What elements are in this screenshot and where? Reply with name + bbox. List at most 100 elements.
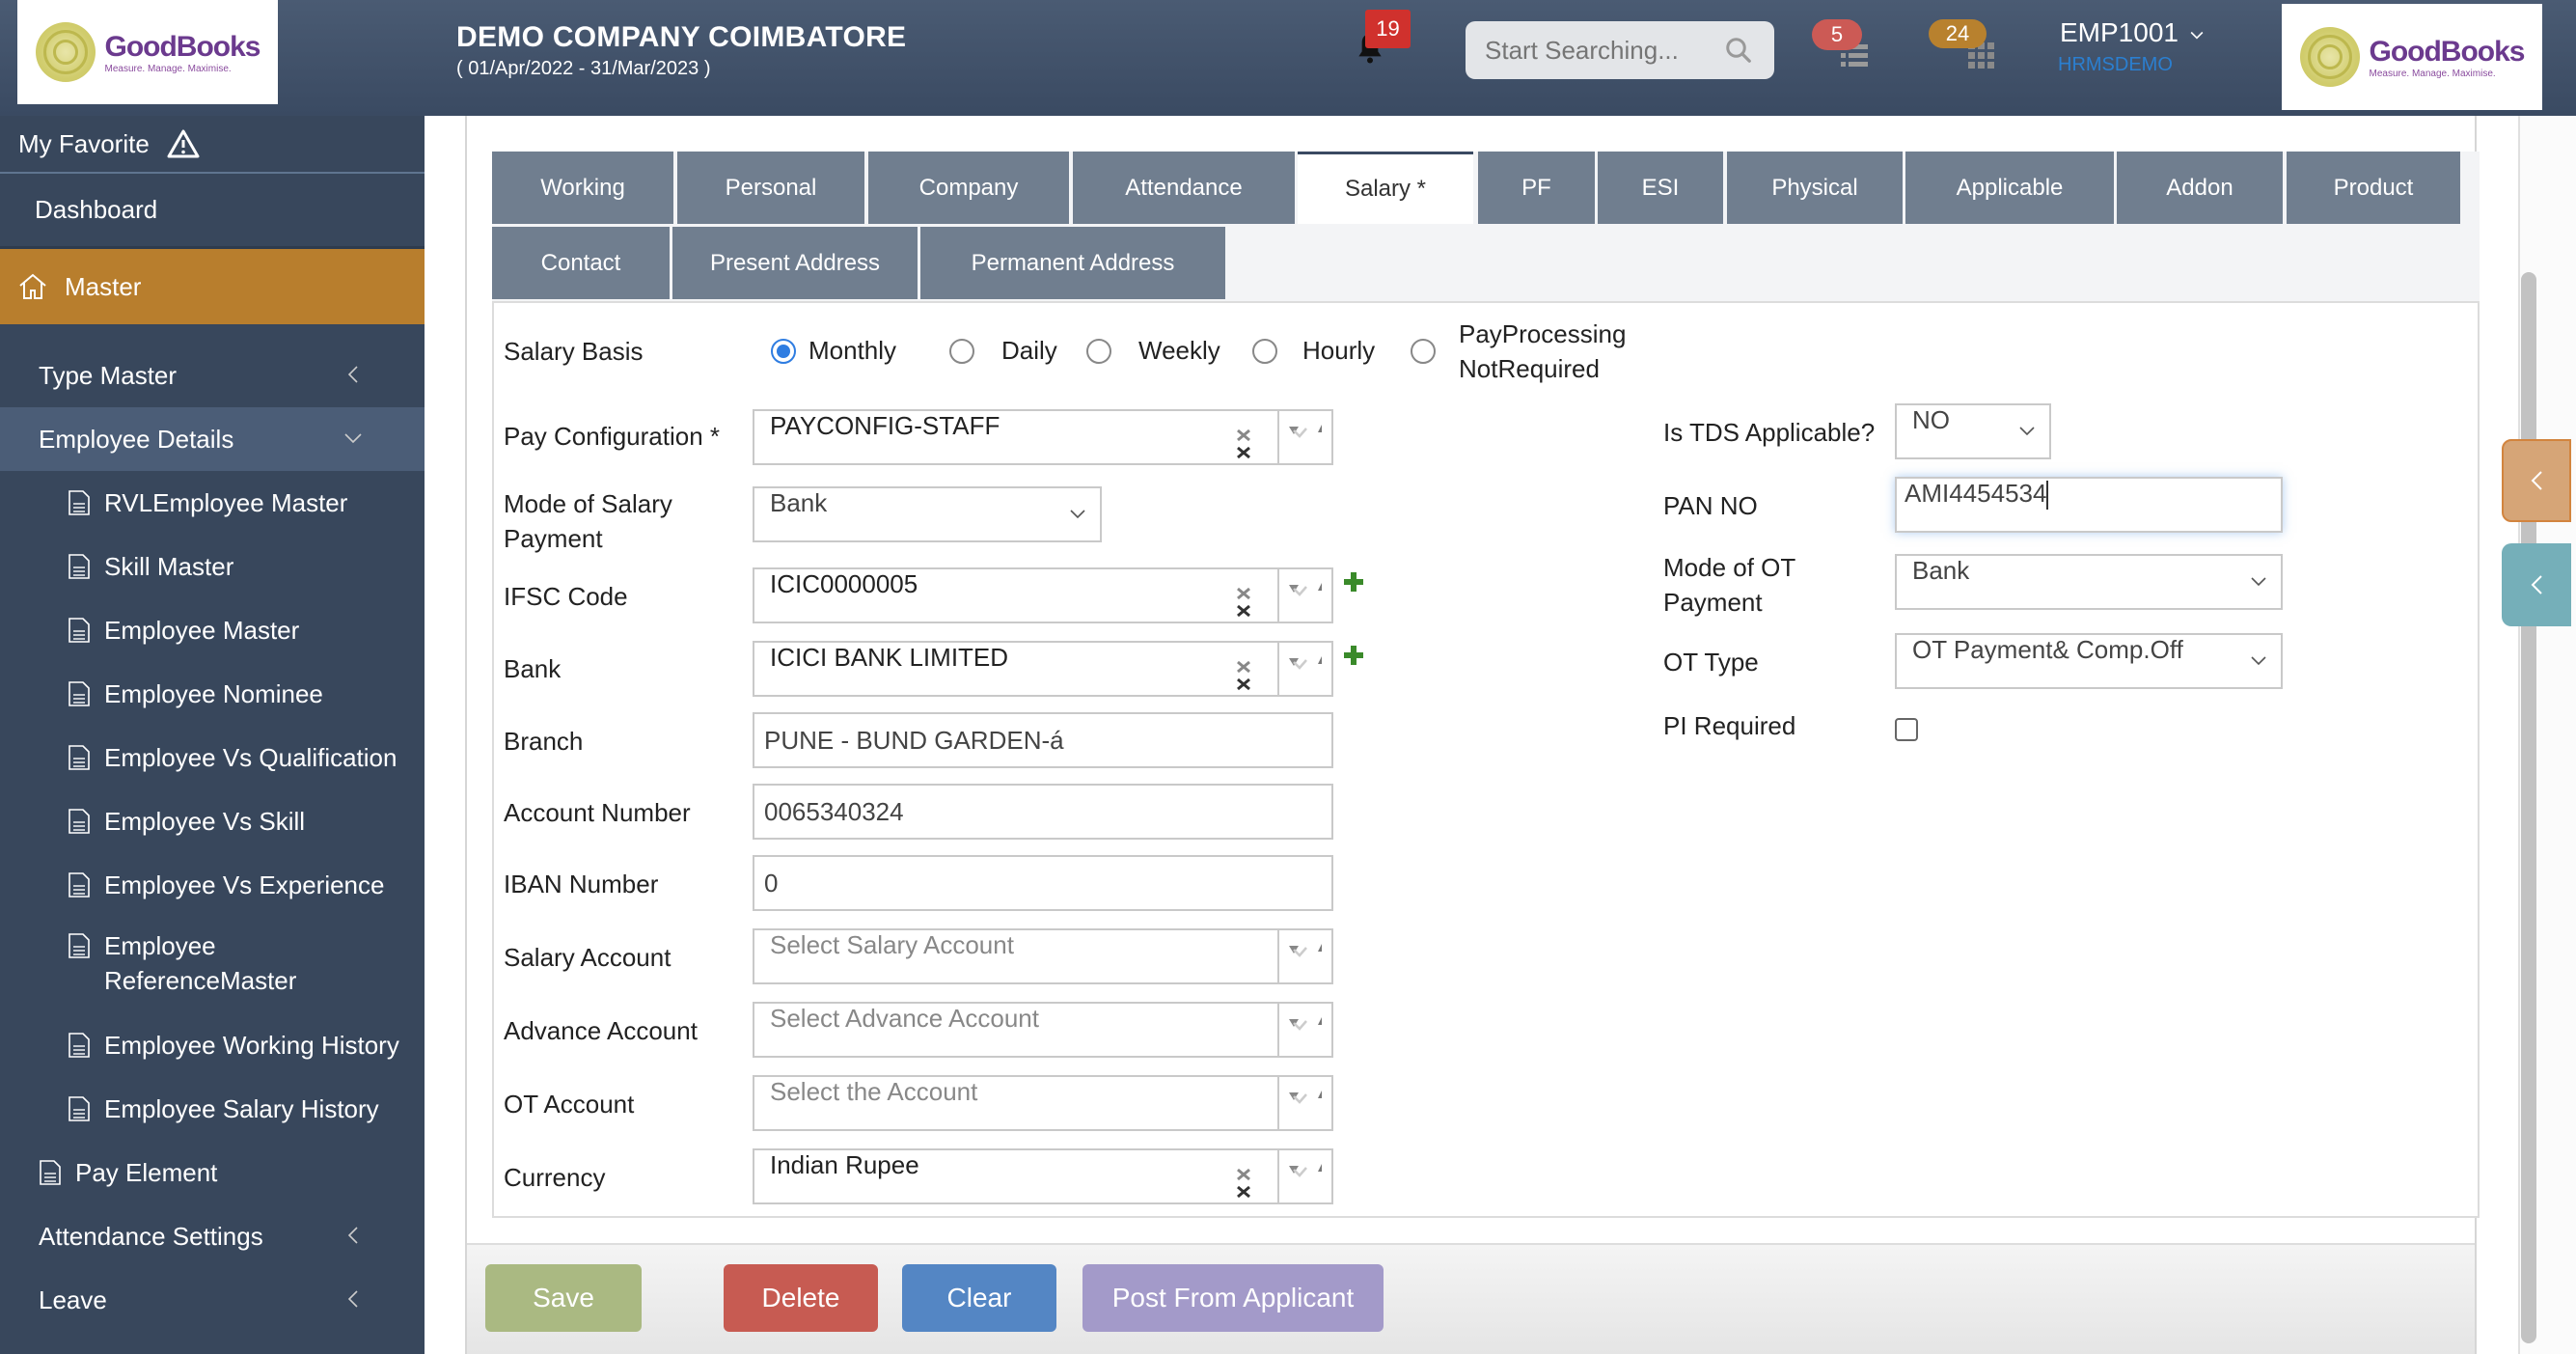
tab-attendance[interactable]: Attendance <box>1073 152 1295 224</box>
combo-dropdown-button[interactable] <box>1277 1077 1331 1129</box>
ot-type-select[interactable]: OT Payment& Comp.Off <box>1895 633 2283 689</box>
sidebar-item-label: Type Master <box>39 360 178 390</box>
sidebar-item-employee-details[interactable]: Employee Details <box>0 407 425 471</box>
tab-personal[interactable]: Personal <box>677 152 864 224</box>
clear-button[interactable]: Clear <box>902 1264 1056 1332</box>
combo-dropdown-button[interactable] <box>1277 930 1331 982</box>
account-number-field[interactable] <box>753 784 1333 840</box>
clear-icon[interactable] <box>1233 1164 1254 1199</box>
my-favorite[interactable]: My Favorite <box>0 116 425 174</box>
side-panel-toggle-teal[interactable] <box>2502 543 2571 626</box>
tab-esi[interactable]: ESI <box>1598 152 1723 224</box>
tds-applicable-label: Is TDS Applicable? <box>1663 418 1876 447</box>
sidebar-item-leave[interactable]: Leave <box>0 1268 425 1332</box>
chevron-down-icon[interactable] <box>2190 31 2204 41</box>
sidebar-item-pay-element[interactable]: Pay Element <box>0 1141 425 1204</box>
sidebar-item-rvlemployee-master[interactable]: RVLEmployee Master <box>0 471 425 535</box>
combo-dropdown-button[interactable] <box>1277 643 1331 695</box>
combo-dropdown-button[interactable] <box>1277 569 1331 622</box>
clear-icon[interactable] <box>1233 425 1254 459</box>
combo-dropdown-button[interactable] <box>1277 1150 1331 1202</box>
sidebar-item-employee-vs-skill[interactable]: Employee Vs Skill <box>0 789 425 853</box>
user-database: HRMSDEMO <box>2058 54 2173 75</box>
tab-working[interactable]: Working <box>492 152 673 224</box>
tab-applicable[interactable]: Applicable <box>1905 152 2114 224</box>
document-icon <box>69 618 90 643</box>
tds-applicable-select[interactable]: NO <box>1895 403 2051 459</box>
tab-salary[interactable]: Salary * <box>1298 152 1473 224</box>
tab-permanent-address[interactable]: Permanent Address <box>920 227 1225 299</box>
add-ifsc-icon[interactable] <box>1343 571 1364 593</box>
tab-pf[interactable]: PF <box>1478 152 1595 224</box>
combo-arrow-icon <box>1289 1164 1322 1177</box>
pay-configuration-combo[interactable]: PAYCONFIG-STAFF <box>753 409 1333 465</box>
sidebar-item-skill-master[interactable]: Skill Master <box>0 535 425 598</box>
ot-account-combo[interactable]: Select the Account <box>753 1075 1333 1131</box>
document-icon <box>69 1096 90 1121</box>
side-panel-toggle-orange[interactable] <box>2502 439 2571 522</box>
logo-tagline: Measure. Manage. Maximise. <box>2369 68 2496 79</box>
user-menu[interactable]: EMP1001 <box>2060 17 2179 48</box>
sidebar-item-label: Employee Nominee <box>104 678 323 708</box>
tab-product[interactable]: Product <box>2287 152 2460 224</box>
page-scrollbar-thumb[interactable] <box>2521 272 2536 1343</box>
delete-button[interactable]: Delete <box>724 1264 878 1332</box>
branch-field[interactable] <box>753 712 1333 768</box>
sidebar-item-employee-vs-experience[interactable]: Employee Vs Experience <box>0 853 425 917</box>
add-bank-icon[interactable] <box>1343 645 1364 666</box>
branch-input[interactable] <box>754 714 1331 766</box>
sidebar-item-employee-vs-qualification[interactable]: Employee Vs Qualification <box>0 726 425 789</box>
post-from-applicant-button[interactable]: Post From Applicant <box>1082 1264 1384 1332</box>
search-icon[interactable] <box>1724 36 1753 65</box>
sidebar-item-master[interactable]: Master <box>0 249 444 324</box>
pi-required-label: PI Required <box>1663 711 1796 740</box>
radio-monthly[interactable] <box>771 339 796 364</box>
mode-ot-payment-select[interactable]: Bank <box>1895 554 2283 610</box>
radio-weekly[interactable] <box>1086 339 1111 364</box>
salary-account-combo[interactable]: Select Salary Account <box>753 928 1333 984</box>
tab-physical[interactable]: Physical <box>1727 152 1903 224</box>
iban-number-field[interactable] <box>753 855 1333 911</box>
company-logo[interactable]: GoodBooks Measure. Manage. Maximise. <box>17 0 278 104</box>
advance-account-combo[interactable]: Select Advance Account <box>753 1002 1333 1058</box>
sidebar-item-employee-working-history[interactable]: Employee Working History <box>0 1013 425 1077</box>
sidebar-item-employee-reference-master[interactable]: Employee ReferenceMaster <box>0 917 425 1013</box>
sidebar-item-employee-nominee[interactable]: Employee Nominee <box>0 662 425 726</box>
clear-icon[interactable] <box>1233 583 1254 618</box>
radio-hourly[interactable] <box>1252 339 1277 364</box>
pi-required-checkbox[interactable] <box>1895 718 1918 741</box>
ifsc-code-combo[interactable]: ICIC0000005 <box>753 567 1333 623</box>
combo-dropdown-button[interactable] <box>1277 1004 1331 1056</box>
account-number-input[interactable] <box>754 786 1331 838</box>
combo-arrow-icon <box>1289 1017 1322 1031</box>
tab-present-address[interactable]: Present Address <box>672 227 918 299</box>
save-button[interactable]: Save <box>485 1264 642 1332</box>
sidebar-item-employee-master[interactable]: Employee Master <box>0 598 425 662</box>
tab-contact[interactable]: Contact <box>492 227 670 299</box>
pan-no-text: AMI4454534 <box>1905 479 2047 508</box>
mode-salary-payment-select[interactable]: Bank <box>753 486 1102 542</box>
pan-no-value[interactable]: AMI4454534 <box>1897 479 2281 531</box>
bank-combo[interactable]: ICICI BANK LIMITED <box>753 641 1333 697</box>
sidebar-item-dashboard[interactable]: Dashboard <box>0 174 425 249</box>
radio-payprocessing-notrequired[interactable] <box>1411 339 1436 364</box>
tab-company[interactable]: Company <box>868 152 1069 224</box>
logo-name: GoodBooks <box>104 30 261 63</box>
pan-no-field[interactable]: AMI4454534 <box>1895 477 2283 533</box>
logo-tagline: Measure. Manage. Maximise. <box>104 63 232 74</box>
chevron-left-icon <box>347 1227 358 1244</box>
currency-combo[interactable]: Indian Rupee <box>753 1148 1333 1204</box>
sidebar-item-attendance-settings[interactable]: Attendance Settings <box>0 1204 425 1268</box>
radio-daily[interactable] <box>949 339 974 364</box>
sidebar-item-type-master[interactable]: Type Master <box>0 344 425 407</box>
combo-dropdown-button[interactable] <box>1277 411 1331 463</box>
salary-form: Salary Basis Monthly Daily Weekly Hourly… <box>492 301 2480 1218</box>
clear-icon[interactable] <box>1233 656 1254 691</box>
global-search[interactable] <box>1466 21 1774 79</box>
sidebar-item-employee-salary-history[interactable]: Employee Salary History <box>0 1077 425 1141</box>
mode-ot-payment-value: Bank <box>1912 556 1970 585</box>
tab-addon[interactable]: Addon <box>2117 152 2283 224</box>
warning-icon <box>167 129 200 158</box>
search-input[interactable] <box>1485 35 1716 66</box>
iban-number-input[interactable] <box>754 857 1331 909</box>
